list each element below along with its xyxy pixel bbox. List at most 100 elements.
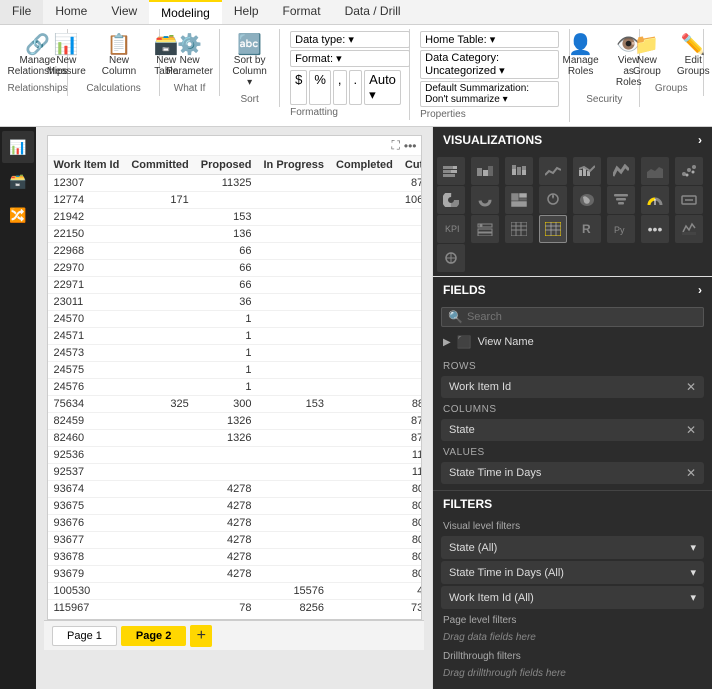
- values-pill-remove[interactable]: ✕: [686, 466, 696, 480]
- page-tab-2[interactable]: Page 2: [121, 626, 186, 646]
- tab-help[interactable]: Help: [222, 0, 271, 24]
- columns-pill[interactable]: State ✕: [441, 419, 704, 441]
- new-parameter-icon: ⚙️: [177, 35, 202, 55]
- nav-data-icon[interactable]: 🗃️: [2, 165, 34, 197]
- default-summarization-dropdown[interactable]: Default Summarization: Don't summarize ▾: [420, 81, 559, 107]
- table-row: 936744278802011: [48, 481, 421, 498]
- col-header-completed: Completed: [330, 156, 399, 175]
- viz-gauge[interactable]: [641, 186, 669, 214]
- table-row: 75634325300153881128: [48, 396, 421, 413]
- filter-state-time[interactable]: State Time in Days (All) ▾: [441, 561, 704, 584]
- columns-pill-remove[interactable]: ✕: [686, 423, 696, 437]
- filter-state-time-label: State Time in Days (All): [449, 567, 564, 579]
- viz-more[interactable]: •••: [641, 215, 669, 243]
- comma-btn[interactable]: ,: [333, 70, 347, 105]
- viz-line-col[interactable]: [573, 157, 601, 185]
- format-dropdown[interactable]: Format: ▾: [290, 50, 410, 67]
- viz-table[interactable]: [505, 215, 533, 243]
- data-sections: Rows Work Item Id ✕ Columns State ✕ Valu…: [433, 353, 712, 490]
- viz-card[interactable]: [675, 186, 703, 214]
- nav-report-icon[interactable]: 📊: [2, 131, 34, 163]
- tab-home[interactable]: Home: [43, 0, 99, 24]
- tab-view[interactable]: View: [99, 0, 149, 24]
- viz-matrix[interactable]: [539, 215, 567, 243]
- formatting-group-label: Formatting: [290, 107, 338, 118]
- viz-kpi[interactable]: KPI: [437, 215, 465, 243]
- filter-state[interactable]: State (All) ▾: [441, 536, 704, 559]
- edit-groups-button[interactable]: ✏️ EditGroups: [671, 31, 712, 81]
- viz-r[interactable]: R: [573, 215, 601, 243]
- rows-pill-remove[interactable]: ✕: [686, 380, 696, 394]
- table-row: 92536117370: [48, 447, 421, 464]
- viz-analytics[interactable]: [437, 244, 465, 272]
- new-measure-button[interactable]: 📊 NewMeasure: [41, 31, 92, 81]
- new-group-button[interactable]: 📁 NewGroup: [627, 31, 667, 81]
- viz-ribbon[interactable]: [607, 157, 635, 185]
- add-page-button[interactable]: +: [190, 625, 212, 647]
- sort-by-column-button[interactable]: 🔤 Sort byColumn ▾: [226, 31, 272, 92]
- rows-pill[interactable]: Work Item Id ✕: [441, 376, 704, 398]
- visual-level-label: Visual level filters: [433, 517, 712, 534]
- viz-filled-map[interactable]: [573, 186, 601, 214]
- viz-title: VISUALIZATIONS: [443, 133, 542, 147]
- table-row: 824601326877150: [48, 430, 421, 447]
- svg-text:R: R: [582, 222, 591, 236]
- new-measure-icon: 📊: [54, 35, 79, 55]
- expand-icon: ▶: [443, 337, 451, 348]
- new-column-button[interactable]: 📋 NewColumn: [96, 31, 142, 81]
- viz-scatter[interactable]: [675, 157, 703, 185]
- tab-data-drill[interactable]: Data / Drill: [333, 0, 413, 24]
- currency-btn[interactable]: $: [290, 70, 307, 105]
- left-nav: 📊 🗃️ 🔀: [0, 127, 36, 689]
- viz-stacked-bar[interactable]: [437, 157, 465, 185]
- viz-pie[interactable]: [437, 186, 465, 214]
- viz-stacked-col[interactable]: [505, 157, 533, 185]
- decimal-btn[interactable]: .: [349, 70, 363, 105]
- viz-header[interactable]: VISUALIZATIONS ›: [433, 127, 712, 153]
- tab-modeling[interactable]: Modeling: [149, 0, 222, 24]
- values-pill[interactable]: State Time in Days ✕: [441, 462, 704, 484]
- col-header-inprogress: In Progress: [258, 156, 331, 175]
- properties-group-label: Properties: [420, 109, 466, 120]
- auto-dropdown[interactable]: Auto ▾: [364, 70, 401, 105]
- tab-file[interactable]: File: [0, 0, 43, 24]
- viz-clustered-bar[interactable]: [471, 157, 499, 185]
- manage-roles-label: ManageRoles: [563, 55, 599, 77]
- manage-roles-button[interactable]: 👤 ManageRoles: [558, 31, 603, 92]
- data-category-dropdown[interactable]: Data Category: Uncategorized ▾: [420, 50, 559, 79]
- ribbon-group-sort: 🔤 Sort byColumn ▾ Sort: [220, 29, 280, 107]
- fields-search[interactable]: 🔍: [441, 307, 704, 327]
- table-row: 936794278802011: [48, 566, 421, 583]
- viz-slicer[interactable]: [471, 215, 499, 243]
- fields-item-viewname[interactable]: ▶ ⬛ View Name: [433, 331, 712, 353]
- canvas-panel: ⛶ ••• Work Item Id Committed Proposed In…: [47, 135, 422, 620]
- page-tab-1[interactable]: Page 1: [52, 626, 117, 646]
- search-input[interactable]: [467, 311, 697, 323]
- viz-treemap[interactable]: [505, 186, 533, 214]
- home-table-dropdown[interactable]: Home Table: ▾: [420, 31, 559, 48]
- table-scroll[interactable]: Work Item Id Committed Proposed In Progr…: [48, 156, 421, 615]
- ribbon-content: 🔗 ManageRelationships Relationships 📊 Ne…: [0, 25, 712, 126]
- table-row: 1005301557647586: [48, 583, 421, 600]
- tab-format[interactable]: Format: [271, 0, 333, 24]
- percent-btn[interactable]: %: [309, 70, 331, 105]
- viz-panel: VISUALIZATIONS ›: [433, 127, 712, 277]
- filter-workitemid[interactable]: Work Item Id (All) ▾: [441, 586, 704, 609]
- new-parameter-button[interactable]: ⚙️ NewParameter: [160, 31, 219, 81]
- viz-python[interactable]: Py: [607, 215, 635, 243]
- ribbon-group-formatting: Data type: ▾ Format: ▾ $ % , . Auto ▾ Fo…: [280, 29, 410, 120]
- nav-model-icon[interactable]: 🔀: [2, 199, 34, 231]
- manage-roles-icon: 👤: [568, 35, 593, 55]
- viz-map[interactable]: [539, 186, 567, 214]
- table-row: 2296866: [48, 243, 421, 260]
- more-options-button[interactable]: •••: [404, 138, 417, 153]
- viz-filter-paint[interactable]: [675, 215, 703, 243]
- viz-donut[interactable]: [471, 186, 499, 214]
- sort-icon: 🔤: [237, 35, 262, 55]
- viz-funnel[interactable]: [607, 186, 635, 214]
- expand-button[interactable]: ⛶: [391, 138, 399, 153]
- new-parameter-label: NewParameter: [166, 55, 213, 77]
- data-type-dropdown[interactable]: Data type: ▾: [290, 31, 410, 48]
- viz-line[interactable]: [539, 157, 567, 185]
- viz-area[interactable]: [641, 157, 669, 185]
